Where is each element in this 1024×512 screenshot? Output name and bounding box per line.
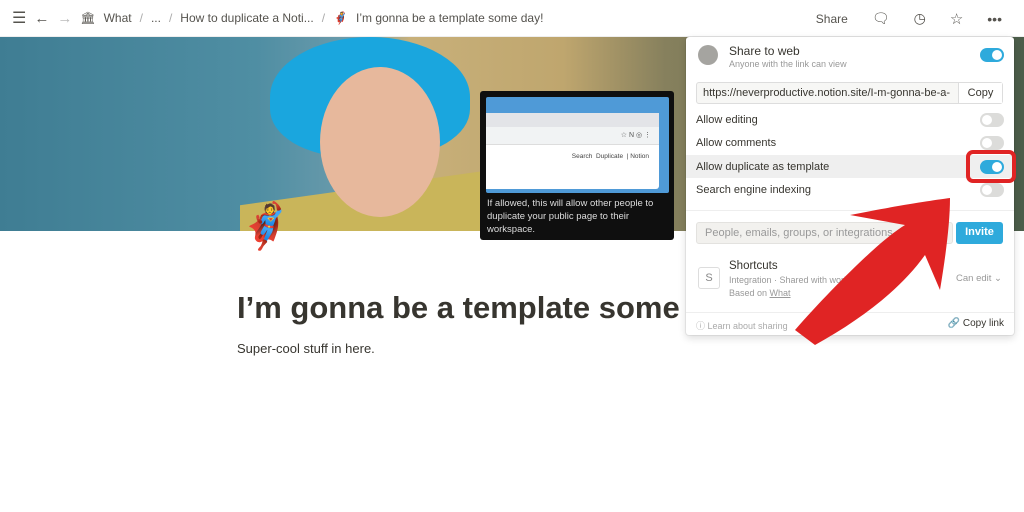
annotation-arrow-icon — [795, 198, 950, 345]
